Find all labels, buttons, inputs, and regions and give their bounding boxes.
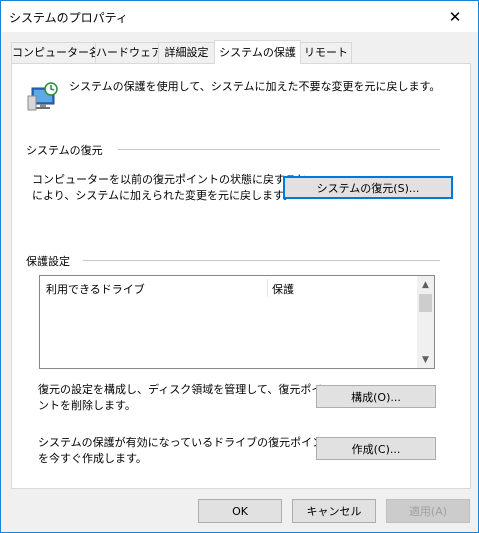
close-icon: ✕ [448,7,462,26]
apply-button[interactable]: 適用(A) [386,499,470,523]
tab-remote[interactable]: リモート [300,42,352,63]
cancel-button[interactable]: キャンセル [292,499,376,523]
create-description: システムの保護が有効になっているドライブの復元ポイント を今すぐ作成します。 [38,435,334,467]
protection-group-divider [83,260,440,261]
system-protection-panel: システムの保護を使用して、システムに加えた不要な変更を元に戻します。 システムの… [11,63,471,489]
protection-group-label: 保護設定 [26,255,70,268]
create-description-line1: システムの保護が有効になっているドライブの復元ポイント [38,436,335,449]
column-separator[interactable] [267,279,268,297]
create-description-line2: を今すぐ作成します。 [38,452,147,465]
restore-group-label: システムの復元 [26,144,103,157]
restore-description: コンピューターを以前の復元ポイントの状態に戻すこと により、システムに加えられた… [32,172,307,204]
system-protection-icon [27,82,58,111]
restore-description-line2: により、システムに加えられた変更を元に戻します。 [32,189,294,202]
tab-hardware[interactable]: ハードウェア [95,42,162,63]
create-button[interactable]: 作成(C)... [316,437,436,460]
drive-list[interactable]: 利用できるドライブ 保護 ▲ ▼ [39,275,435,369]
window-title: システムのプロパティ [9,11,128,25]
configure-button[interactable]: 構成(O)... [316,385,436,408]
ok-button[interactable]: OK [198,499,282,523]
scroll-down-icon[interactable]: ▼ [417,351,434,368]
scroll-thumb[interactable] [419,294,432,312]
restore-description-line1: コンピューターを以前の復元ポイントの状態に戻すこと [32,173,307,186]
system-properties-window: システムのプロパティ ✕ コンピューター名 ハードウェア 詳細設定 システムの保… [0,0,479,533]
configure-description-line2: ントを削除します。 [38,399,136,412]
tab-system-protection[interactable]: システムの保護 [214,40,301,64]
configure-description-line1: 復元の設定を構成し、ディスク領域を管理して、復元ポイ [38,383,323,396]
drive-list-scrollbar[interactable]: ▲ ▼ [417,276,434,368]
intro-text: システムの保護を使用して、システムに加えた不要な変更を元に戻します。 [69,80,441,93]
configure-description: 復元の設定を構成し、ディスク領域を管理して、復元ポイ ントを削除します。 [38,382,322,414]
restore-group-divider [118,149,440,150]
tab-computer-name[interactable]: コンピューター名 [11,42,100,63]
close-button[interactable]: ✕ [432,1,478,32]
system-restore-button[interactable]: システムの復元(S)... [283,176,453,199]
column-header-available-drives[interactable]: 利用できるドライブ [46,281,145,297]
column-header-protection[interactable]: 保護 [272,281,294,297]
scroll-up-icon[interactable]: ▲ [417,276,434,293]
title-bar: システムのプロパティ ✕ [1,1,478,32]
tab-advanced[interactable]: 詳細設定 [158,42,215,63]
